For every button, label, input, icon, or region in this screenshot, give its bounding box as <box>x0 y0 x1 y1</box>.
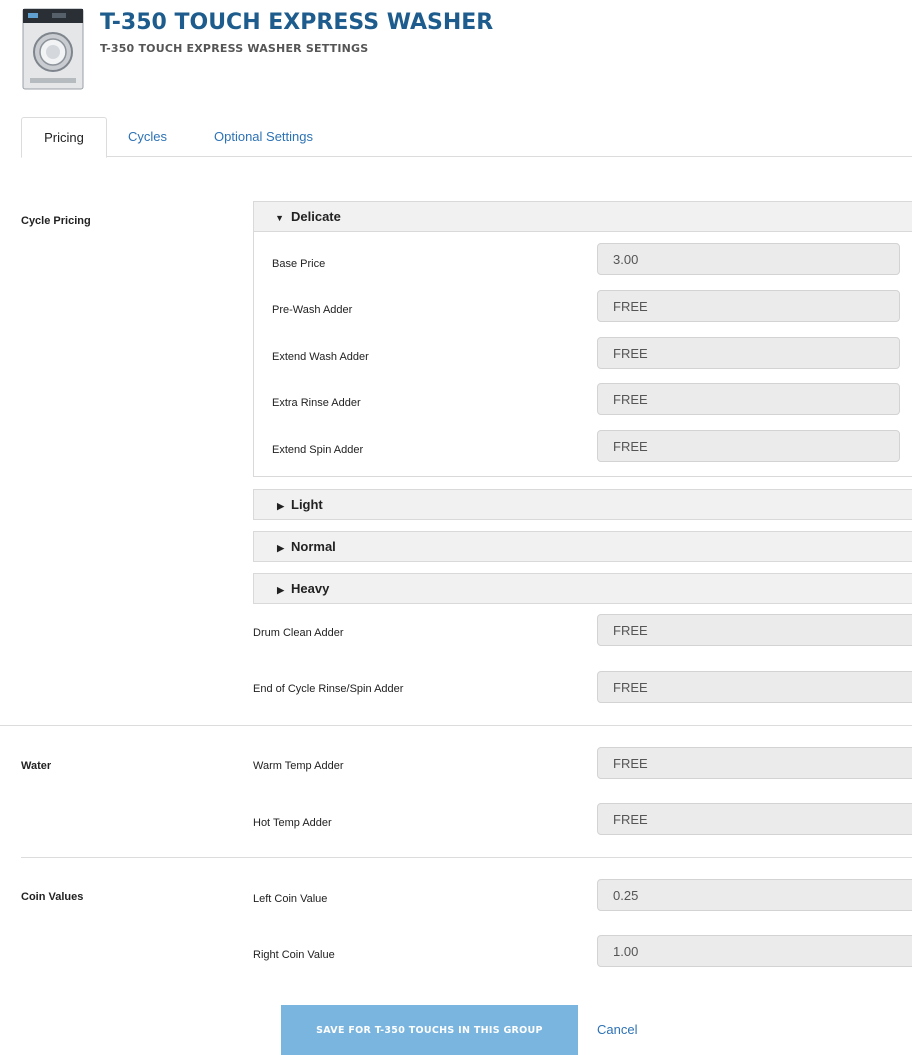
accordion-delicate[interactable]: ▼ Delicate <box>253 201 912 232</box>
save-button[interactable]: SAVE FOR T-350 TOUCHS IN THIS GROUP <box>281 1005 578 1055</box>
caret-down-icon: ▼ <box>275 213 284 223</box>
page-subtitle: T-350 TOUCH EXPRESS WASHER SETTINGS <box>100 42 369 55</box>
base-price-input[interactable] <box>597 243 900 275</box>
extra-rinse-adder-input[interactable] <box>597 383 900 415</box>
extra-rinse-adder-label: Extra Rinse Adder <box>272 397 361 409</box>
hot-temp-adder-label: Hot Temp Adder <box>253 817 332 829</box>
accordion-label: Heavy <box>291 581 330 596</box>
right-coin-value-label: Right Coin Value <box>253 949 335 961</box>
caret-right-icon: ▶ <box>277 585 284 595</box>
accordion-normal[interactable]: ▶ Normal <box>253 531 912 562</box>
tab-bar: Pricing Cycles Optional Settings <box>0 117 912 158</box>
caret-right-icon: ▶ <box>277 501 284 511</box>
tab-divider <box>21 156 912 157</box>
tab-optional-settings[interactable]: Optional Settings <box>214 117 313 156</box>
hot-temp-adder-input[interactable] <box>597 803 912 835</box>
extend-spin-adder-input[interactable] <box>597 430 900 462</box>
extend-spin-adder-label: Extend Spin Adder <box>272 444 364 456</box>
section-divider <box>21 857 912 858</box>
accordion-heavy[interactable]: ▶ Heavy <box>253 573 912 604</box>
accordion-light[interactable]: ▶ Light <box>253 489 912 520</box>
section-label-water: Water <box>21 760 52 772</box>
section-label-coin-values: Coin Values <box>21 891 84 903</box>
drum-clean-adder-label: Drum Clean Adder <box>253 627 344 639</box>
tab-pricing[interactable]: Pricing <box>21 117 107 158</box>
pre-wash-adder-input[interactable] <box>597 290 900 322</box>
washer-machine-icon <box>22 8 84 90</box>
extend-wash-adder-input[interactable] <box>597 337 900 369</box>
end-of-cycle-rinse-spin-adder-label: End of Cycle Rinse/Spin Adder <box>253 683 404 695</box>
caret-right-icon: ▶ <box>277 543 284 553</box>
left-coin-value-input[interactable] <box>597 879 912 911</box>
right-coin-value-input[interactable] <box>597 935 912 967</box>
warm-temp-adder-input[interactable] <box>597 747 912 779</box>
end-of-cycle-rinse-spin-adder-input[interactable] <box>597 671 912 703</box>
extend-wash-adder-label: Extend Wash Adder <box>272 351 369 363</box>
cancel-link[interactable]: Cancel <box>597 1022 637 1037</box>
section-label-cycle-pricing: Cycle Pricing <box>21 215 91 227</box>
page-title: T-350 TOUCH EXPRESS WASHER <box>100 10 494 35</box>
accordion-label: Light <box>291 497 323 512</box>
accordion-label: Normal <box>291 539 336 554</box>
left-coin-value-label: Left Coin Value <box>253 893 328 905</box>
base-price-label: Base Price <box>272 258 326 270</box>
drum-clean-adder-input[interactable] <box>597 614 912 646</box>
accordion-label: Delicate <box>291 209 341 224</box>
pre-wash-adder-label: Pre-Wash Adder <box>272 304 353 316</box>
warm-temp-adder-label: Warm Temp Adder <box>253 760 344 772</box>
section-divider <box>0 725 912 726</box>
tab-cycles[interactable]: Cycles <box>128 117 167 156</box>
